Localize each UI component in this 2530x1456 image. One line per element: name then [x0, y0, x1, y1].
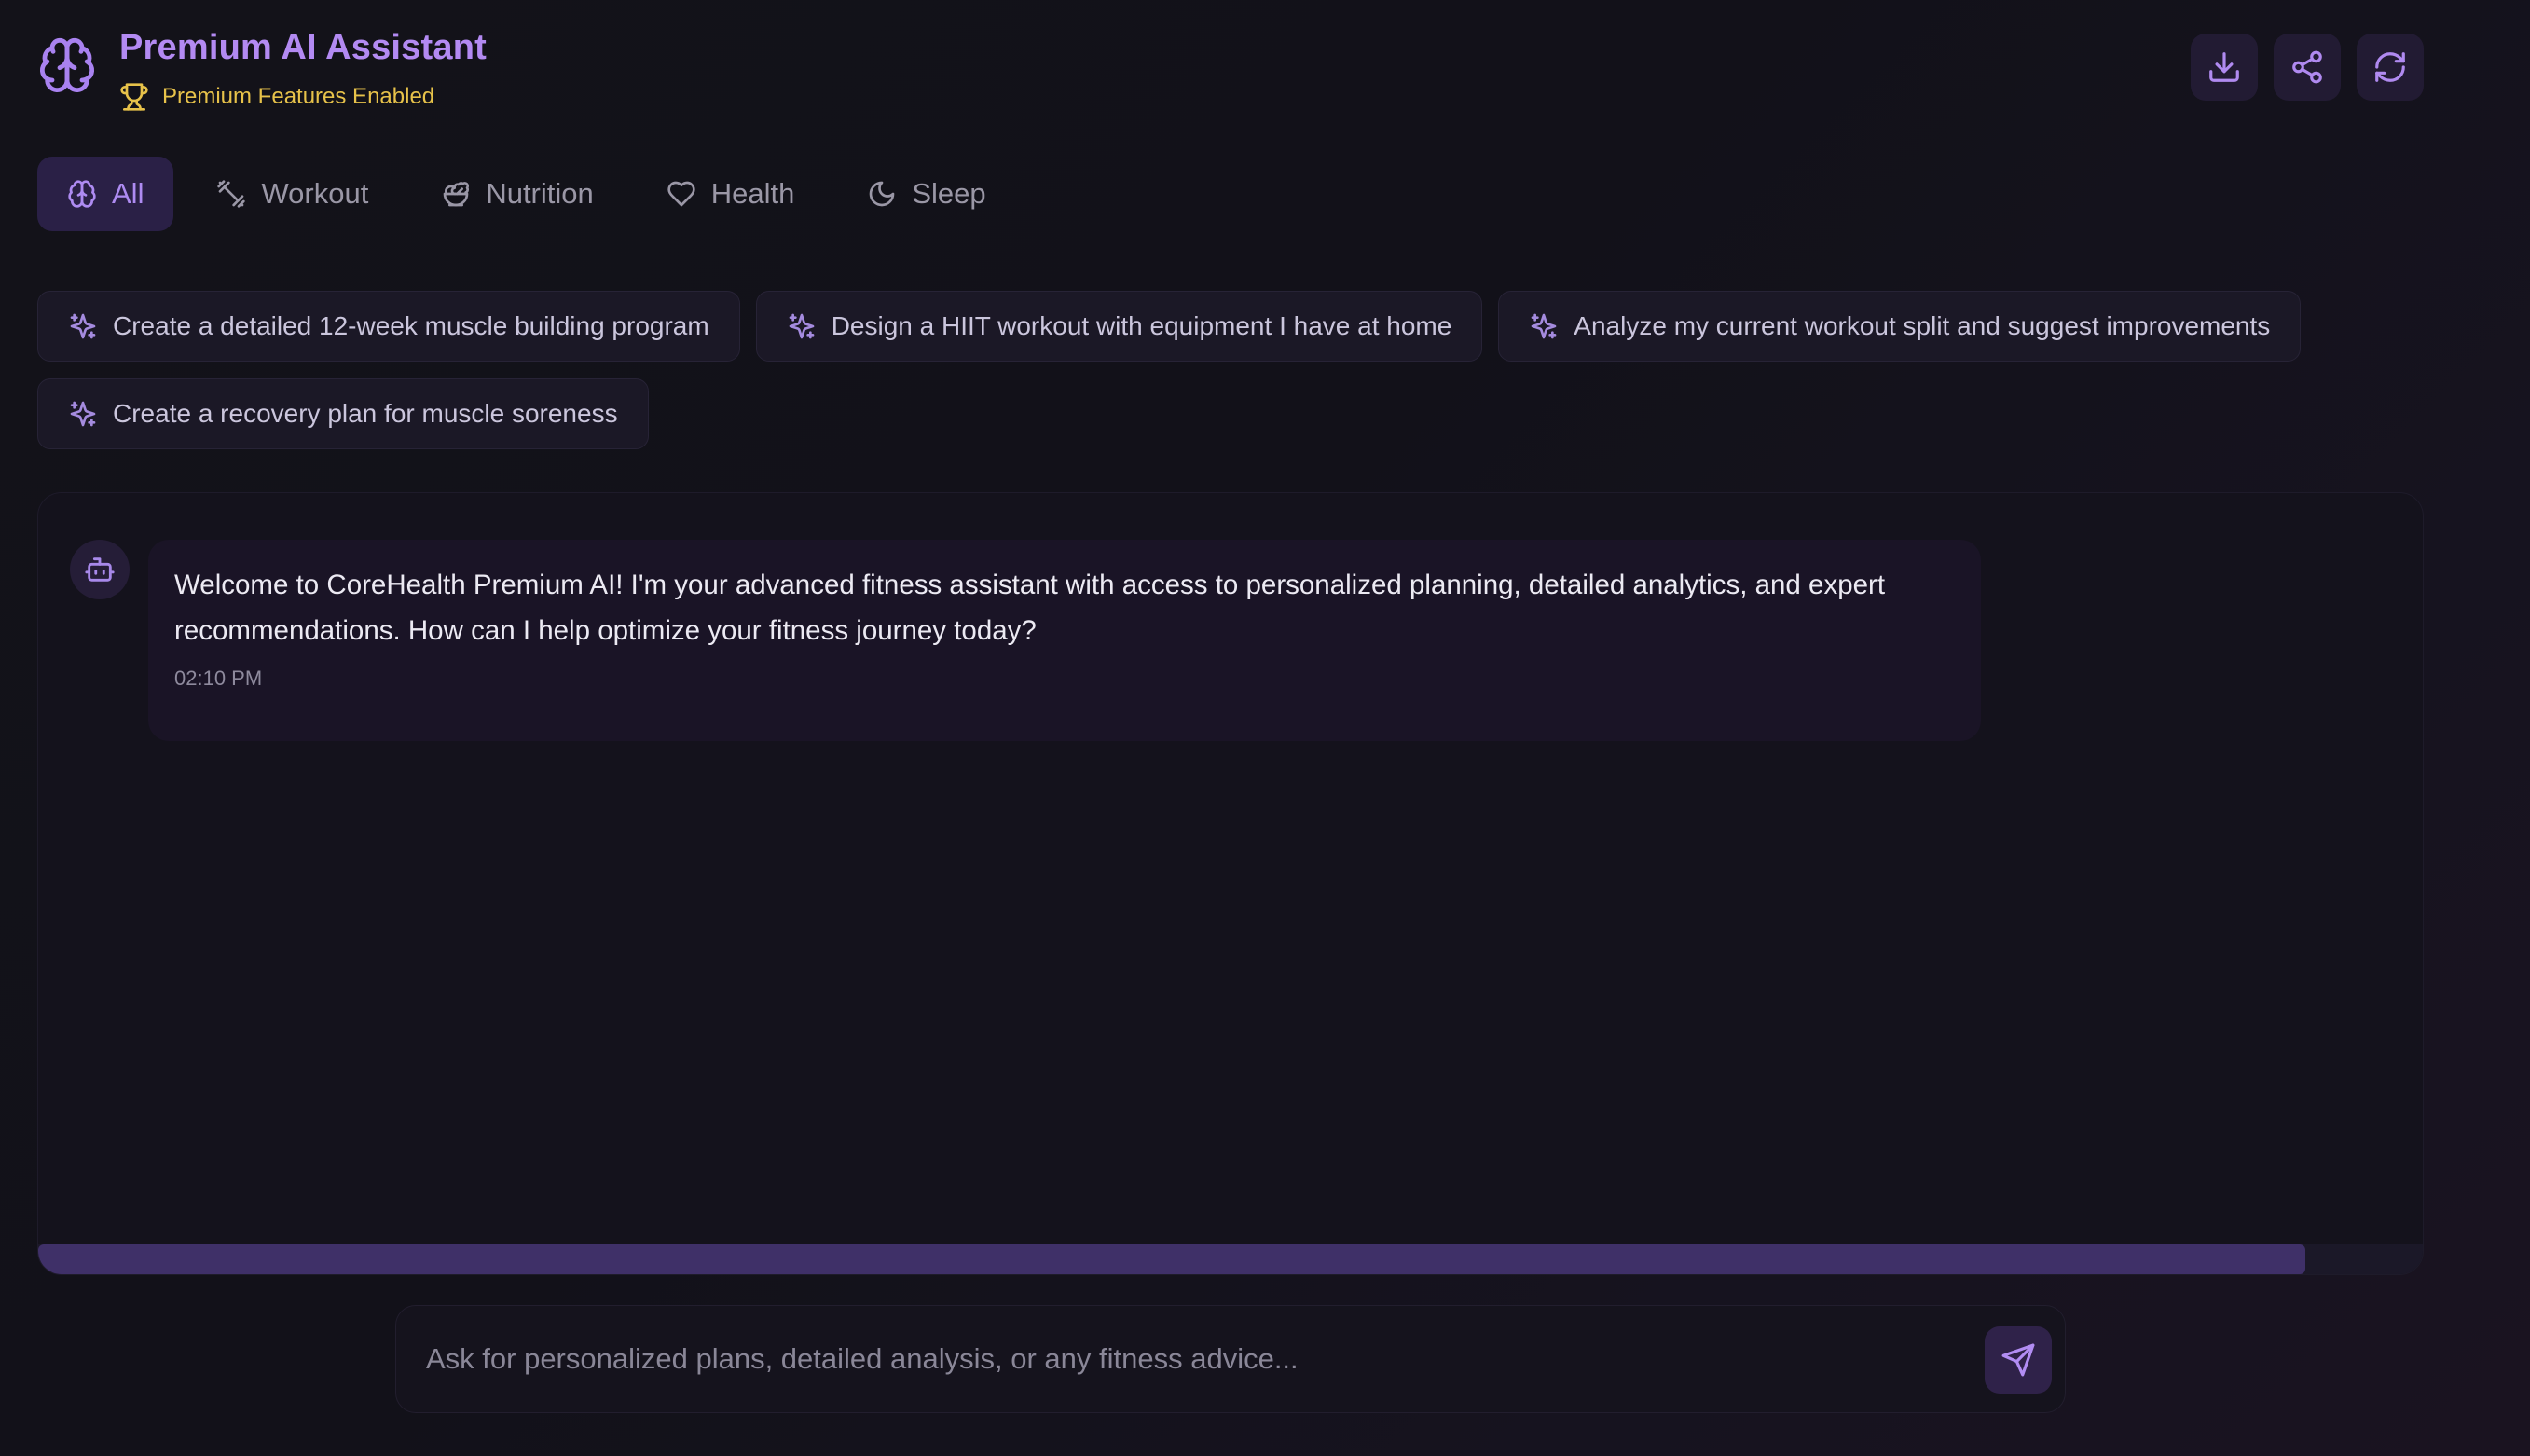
suggestion-label: Create a recovery plan for muscle sorene… — [113, 399, 618, 428]
tab-nutrition[interactable]: Nutrition — [411, 157, 623, 231]
category-tabs: All Workout Nutrition Health Sleep — [37, 157, 1016, 231]
download-button[interactable] — [2191, 34, 2258, 101]
suggestion-label: Create a detailed 12-week muscle buildin… — [113, 311, 709, 340]
suggestion-label: Analyze my current workout split and sug… — [1574, 311, 2271, 340]
sparkles-icon — [789, 313, 815, 339]
suggestion-chip[interactable]: Analyze my current workout split and sug… — [1498, 291, 2302, 362]
message-timestamp: 02:10 PM — [174, 666, 263, 690]
suggestion-chip[interactable]: Design a HIIT workout with equipment I h… — [755, 291, 1483, 362]
app-root: Premium AI Assistant Premium Features En… — [0, 0, 2530, 1456]
header-actions — [2191, 34, 2424, 101]
download-icon — [2209, 52, 2239, 82]
heart-icon — [667, 181, 695, 207]
premium-status-label: Premium Features Enabled — [162, 84, 435, 109]
bot-message-bubble: Welcome to CoreHealth Premium AI! I'm yo… — [148, 540, 1981, 741]
send-button[interactable] — [1985, 1326, 2052, 1394]
sparkles-icon — [70, 313, 96, 339]
page-title: Premium AI Assistant — [119, 28, 487, 67]
bot-icon — [85, 557, 115, 582]
send-icon — [2001, 1343, 2035, 1377]
bot-avatar — [70, 540, 130, 599]
tab-all[interactable]: All — [37, 157, 174, 231]
chat-input-bar — [395, 1305, 2066, 1413]
suggestion-chip[interactable]: Create a recovery plan for muscle sorene… — [37, 378, 649, 449]
share-icon — [2292, 50, 2322, 84]
message-text: Welcome to CoreHealth Premium AI! I'm yo… — [174, 570, 1886, 646]
chat-input[interactable] — [426, 1306, 1955, 1412]
tab-sleep[interactable]: Sleep — [837, 157, 1015, 231]
sparkles-icon — [1531, 313, 1557, 339]
suggestion-chip[interactable]: Create a detailed 12-week muscle buildin… — [37, 291, 740, 362]
tab-health[interactable]: Health — [637, 157, 825, 231]
horizontal-scrollbar[interactable] — [38, 1244, 2423, 1274]
suggestion-list: Create a detailed 12-week muscle buildin… — [37, 291, 2424, 449]
moon-icon — [870, 181, 895, 207]
scrollbar-thumb[interactable] — [38, 1244, 2305, 1274]
tab-workout[interactable]: Workout — [186, 157, 398, 231]
trophy-icon — [120, 83, 148, 111]
tab-label: Workout — [261, 177, 369, 210]
brain-icon — [68, 180, 96, 208]
suggestion-label: Design a HIIT workout with equipment I h… — [831, 311, 1452, 340]
refresh-button[interactable] — [2357, 34, 2424, 101]
share-button[interactable] — [2274, 34, 2341, 101]
tab-label: Nutrition — [486, 177, 594, 210]
dumbbell-icon — [217, 180, 246, 208]
tab-label: All — [112, 177, 144, 210]
refresh-icon — [2375, 52, 2405, 82]
salad-icon — [443, 182, 470, 207]
brain-icon — [37, 35, 97, 95]
tab-label: Health — [710, 177, 795, 210]
tab-label: Sleep — [912, 177, 986, 210]
sparkles-icon — [70, 401, 96, 427]
premium-status: Premium Features Enabled — [119, 82, 434, 112]
chat-panel: Welcome to CoreHealth Premium AI! I'm yo… — [37, 492, 2424, 1275]
